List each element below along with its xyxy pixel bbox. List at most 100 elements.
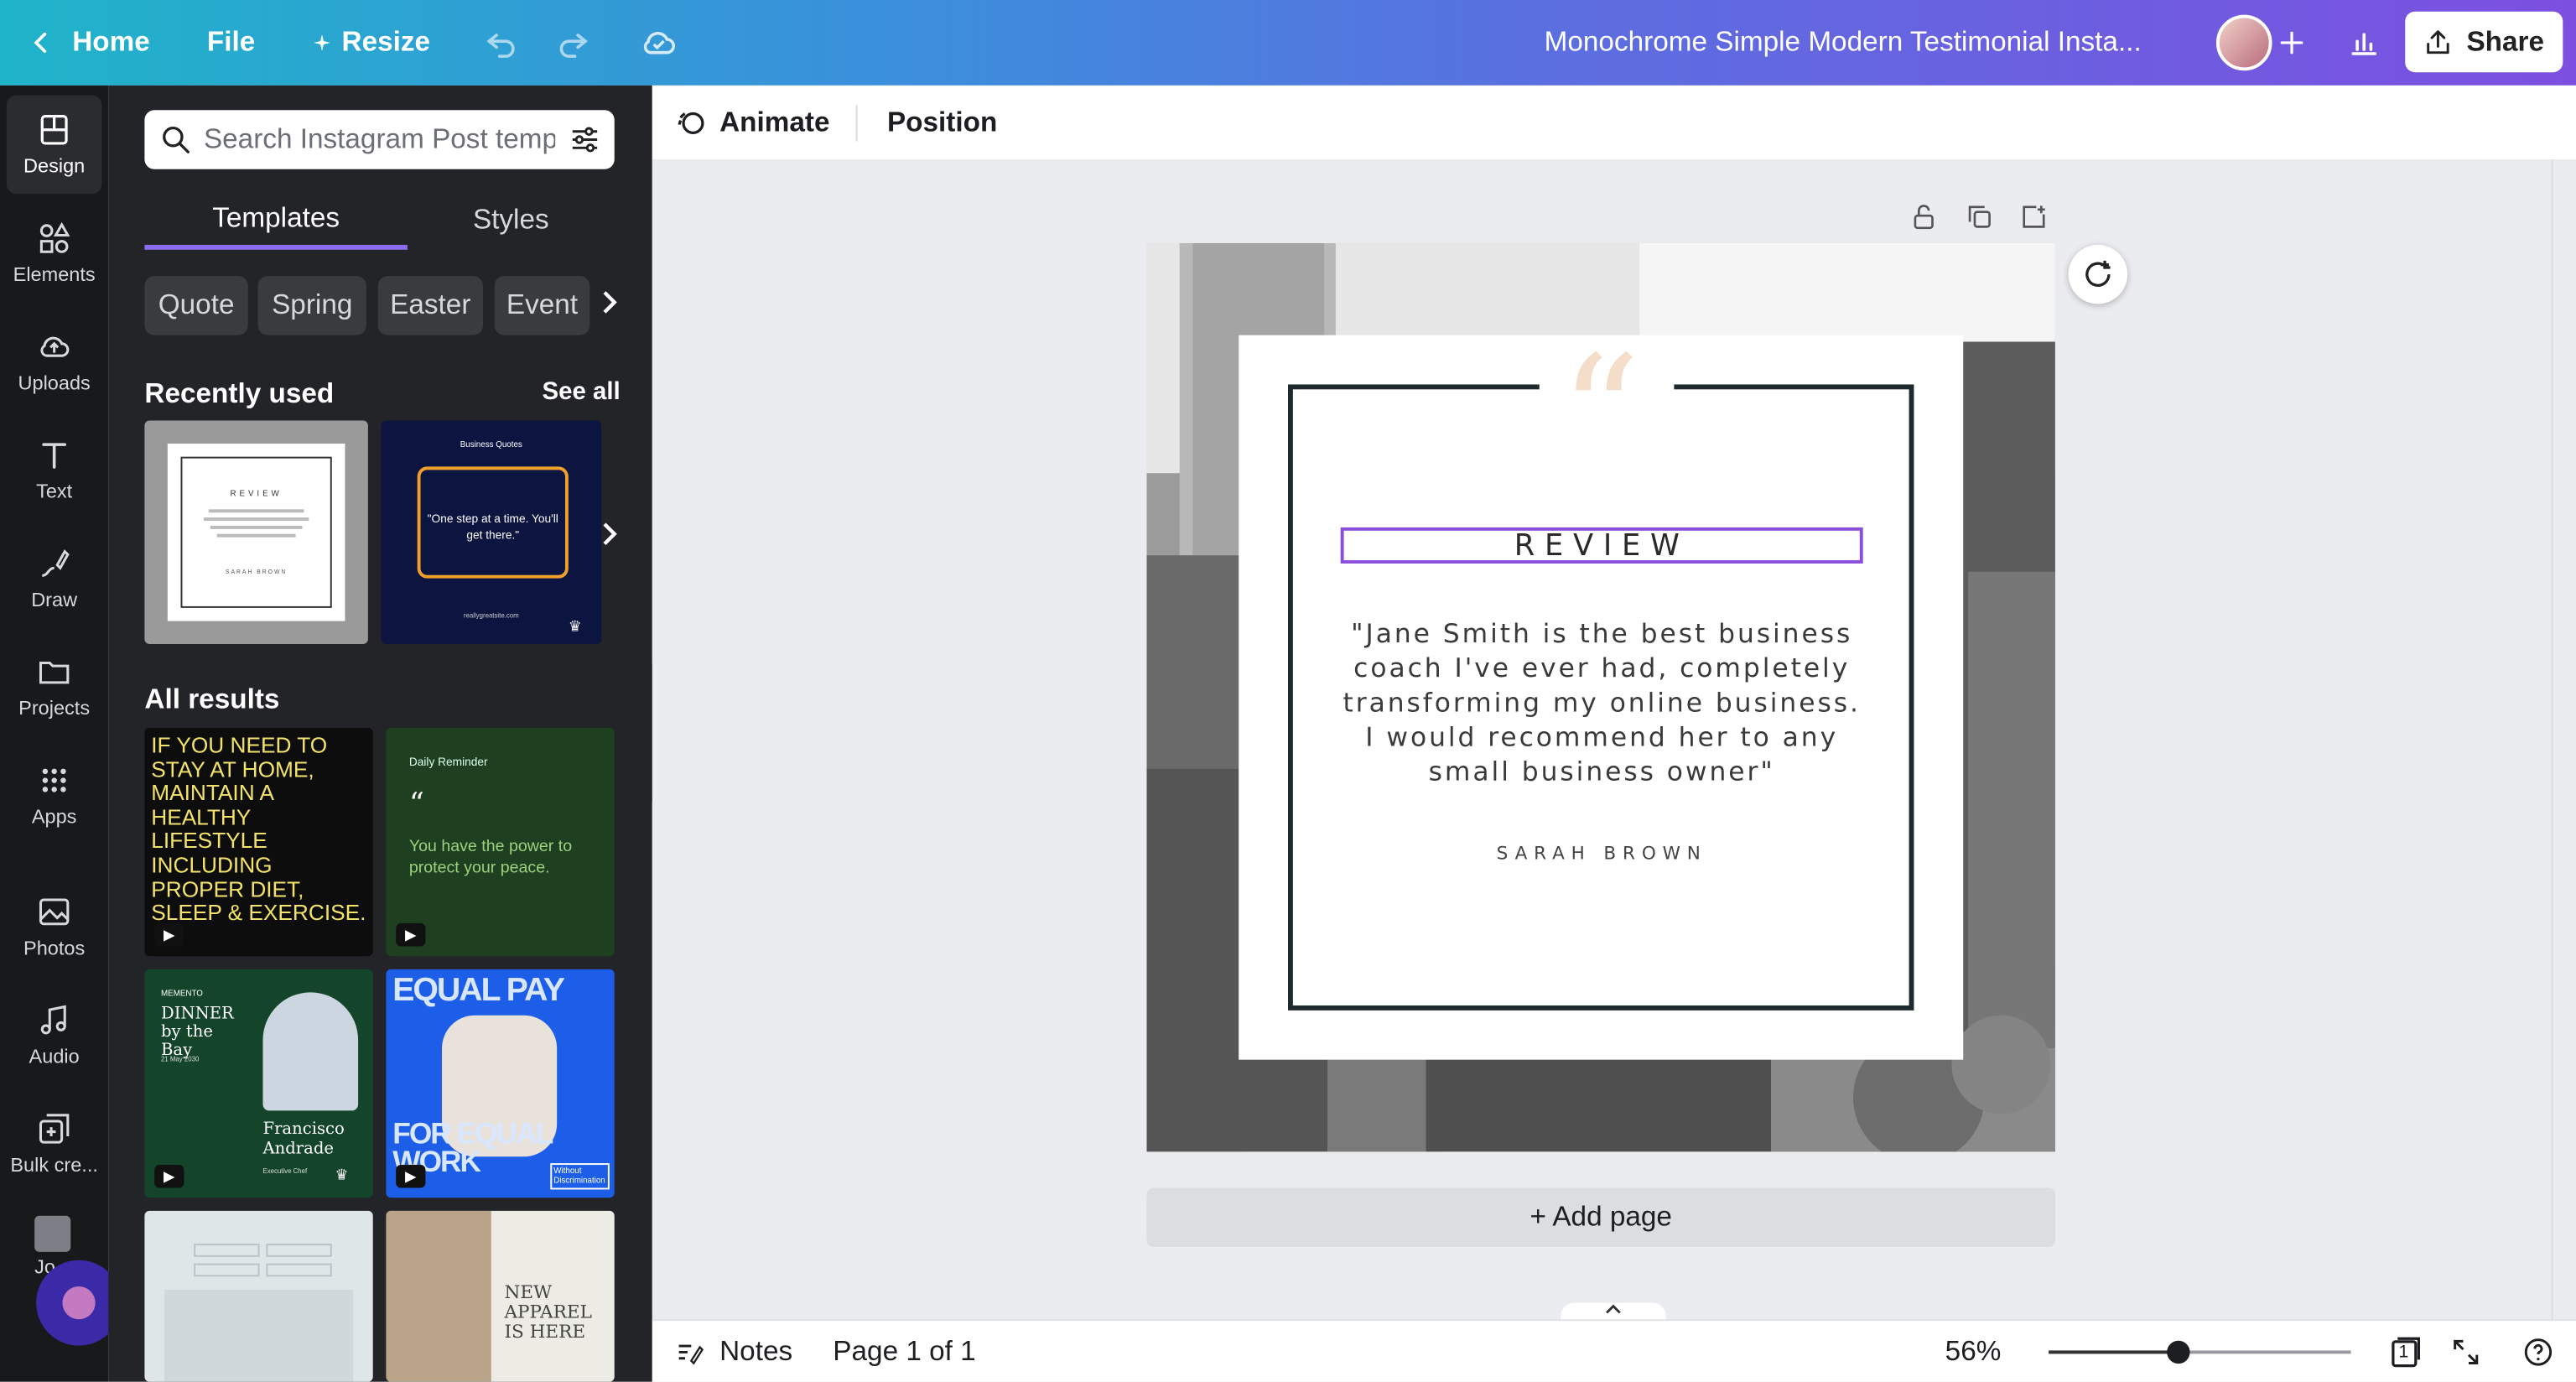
bottom-bar: Notes Page 1 of 1 56% 1 <box>652 1319 2576 1382</box>
apps-grid-icon <box>42 768 66 792</box>
insights-chart-icon[interactable] <box>2345 23 2384 62</box>
rail-label: Photos <box>23 936 86 960</box>
zoom-level[interactable]: 56% <box>1945 1321 2002 1382</box>
redo-icon[interactable] <box>553 23 593 62</box>
thumb-author-label: SARAH BROWN <box>225 568 288 575</box>
thumb-box <box>266 1244 332 1257</box>
undo-icon[interactable] <box>481 23 521 62</box>
cloud-upload-icon <box>40 336 70 357</box>
top-bar: Home File Resize Monochrome Simple Moder… <box>0 0 2576 86</box>
rail-item-audio[interactable]: Audio <box>0 986 108 1085</box>
quote-mark-icon: “ <box>1560 322 1641 507</box>
tab-templates[interactable]: Templates <box>144 190 408 250</box>
thumb-dinner-role: Executive Chef <box>262 1166 308 1175</box>
rail-label: Draw <box>31 588 78 611</box>
position-button[interactable]: Position <box>887 86 997 159</box>
share-button[interactable]: Share <box>2405 11 2563 73</box>
thumb-box <box>194 1263 260 1277</box>
play-video-icon: ▶ <box>154 923 184 947</box>
templates-panel: Search Instagram Post temp Templates Sty… <box>108 85 652 1382</box>
add-page-button[interactable]: + Add page <box>1146 1187 2055 1248</box>
add-page-icon[interactable] <box>2019 202 2049 240</box>
template-search-input[interactable]: Search Instagram Post temp <box>144 110 615 169</box>
filter-chip-spring[interactable]: Spring <box>257 276 366 335</box>
design-icon <box>40 114 68 145</box>
page-indicator[interactable]: Page 1 of 1 <box>833 1321 975 1382</box>
rail-item-bulk-create[interactable]: Bulk cre... <box>0 1094 108 1193</box>
magic-refresh-button[interactable] <box>2068 244 2128 304</box>
profile-thumbnail[interactable] <box>34 1215 71 1252</box>
cloud-saved-icon[interactable] <box>639 23 678 62</box>
canva-editor: Home File Resize Monochrome Simple Moder… <box>0 0 2576 1382</box>
music-note-icon <box>40 1005 66 1035</box>
duplicate-page-icon[interactable] <box>1965 202 1994 240</box>
vertical-scrollbar[interactable] <box>2551 159 2576 1320</box>
page-count-badge: 1 <box>2398 1342 2409 1363</box>
zoom-slider-fill <box>2049 1350 2179 1354</box>
folder-icon <box>39 662 70 684</box>
rail-item-text[interactable]: Text <box>0 421 108 520</box>
filter-chip-easter[interactable]: Easter <box>377 276 484 335</box>
lock-icon[interactable] <box>1909 202 1939 240</box>
resize-label: Resize <box>341 26 431 58</box>
design-page[interactable]: “ REVIEW "Jane Smith is the best busines… <box>1146 242 2055 1152</box>
rail-item-elements[interactable]: Elements <box>0 204 108 303</box>
fullscreen-expand-icon[interactable] <box>2449 1321 2482 1382</box>
rail-item-photos[interactable]: Photos <box>0 877 108 976</box>
template-equal-pay[interactable]: EQUAL PAY FOR EQUAL WORK Without Discrim… <box>386 969 615 1198</box>
chevron-left-icon <box>34 32 47 54</box>
recent-next-arrow-icon[interactable] <box>598 516 621 559</box>
resize-button[interactable]: Resize <box>312 0 430 86</box>
play-video-icon: ▶ <box>154 1165 184 1188</box>
page-grid-button[interactable]: 1 <box>2387 1321 2423 1382</box>
review-heading[interactable]: REVIEW <box>1340 527 1863 564</box>
rail-item-draw[interactable]: Draw <box>0 529 108 628</box>
notes-button[interactable]: Notes <box>675 1321 792 1382</box>
filter-sliders-icon[interactable] <box>569 123 601 156</box>
template-new-apparel[interactable]: NEW APPAREL IS HERE <box>386 1210 615 1382</box>
thumb-stay-home-text: IF YOU NEED TO STAY AT HOME, MAINTAIN A … <box>151 732 366 926</box>
thumb-text-line <box>210 525 303 529</box>
thumb-text-line <box>208 509 304 513</box>
testimonial-author[interactable]: SARAH BROWN <box>1337 843 1867 864</box>
panel-tabs: Templates Styles <box>144 190 614 252</box>
filter-chip-quote[interactable]: Quote <box>144 276 248 335</box>
zoom-slider-knob[interactable] <box>2167 1340 2190 1364</box>
share-upload-icon <box>2427 29 2450 54</box>
thumb-equal-pay-top: EQUAL PAY <box>392 972 565 1009</box>
search-icon <box>163 127 190 153</box>
search-placeholder: Search Instagram Post temp <box>203 122 556 155</box>
toolbar-divider <box>855 105 858 142</box>
context-toolbar: Animate Position <box>652 85 2576 160</box>
file-menu-button[interactable]: File <box>207 0 255 86</box>
design-title[interactable]: Monochrome Simple Modern Testimonial Ins… <box>1545 0 2177 86</box>
notes-pencil-icon <box>678 1344 704 1365</box>
crown-pro-icon: ♛ <box>335 1166 349 1183</box>
rail-label: Audio <box>29 1045 80 1068</box>
home-button[interactable]: Home <box>26 0 150 86</box>
testimonial-body[interactable]: "Jane Smith is the best business coach I… <box>1337 616 1867 789</box>
rail-item-design[interactable]: Design <box>6 95 102 195</box>
tab-styles[interactable]: Styles <box>408 190 615 250</box>
rail-item-projects[interactable]: Projects <box>0 637 108 736</box>
animate-button[interactable]: Animate <box>675 86 830 159</box>
recent-template-review[interactable]: REVIEW SARAH BROWN <box>144 420 368 645</box>
template-light-minimal[interactable] <box>144 1210 373 1382</box>
plus-icon[interactable] <box>2272 23 2312 62</box>
user-avatar[interactable] <box>2215 14 2272 71</box>
rail-item-uploads[interactable]: Uploads <box>0 312 108 411</box>
thumb-dinner-brand: MEMENTO <box>161 989 203 1000</box>
rail-item-apps[interactable]: Apps <box>0 746 108 844</box>
chips-next-arrow-icon[interactable] <box>598 284 621 327</box>
text-icon <box>42 443 67 469</box>
zoom-slider[interactable] <box>2049 1340 2351 1364</box>
see-all-link[interactable]: See all <box>543 378 621 406</box>
filter-chip-event[interactable]: Event <box>494 276 590 335</box>
template-daily-reminder[interactable]: Daily Reminder “ You have the power to p… <box>386 727 615 957</box>
rail-label: Projects <box>18 696 91 720</box>
template-stay-home[interactable]: IF YOU NEED TO STAY AT HOME, MAINTAIN A … <box>144 727 373 957</box>
recent-template-business-quotes[interactable]: Business Quotes "One step at a time. You… <box>381 420 602 645</box>
template-dinner-by-the-bay[interactable]: MEMENTO DINNER by the Bay 21 May 2030 Fr… <box>144 969 373 1198</box>
help-icon[interactable] <box>2521 1321 2554 1382</box>
testimonial-card: “ REVIEW "Jane Smith is the best busines… <box>1239 322 1964 1060</box>
